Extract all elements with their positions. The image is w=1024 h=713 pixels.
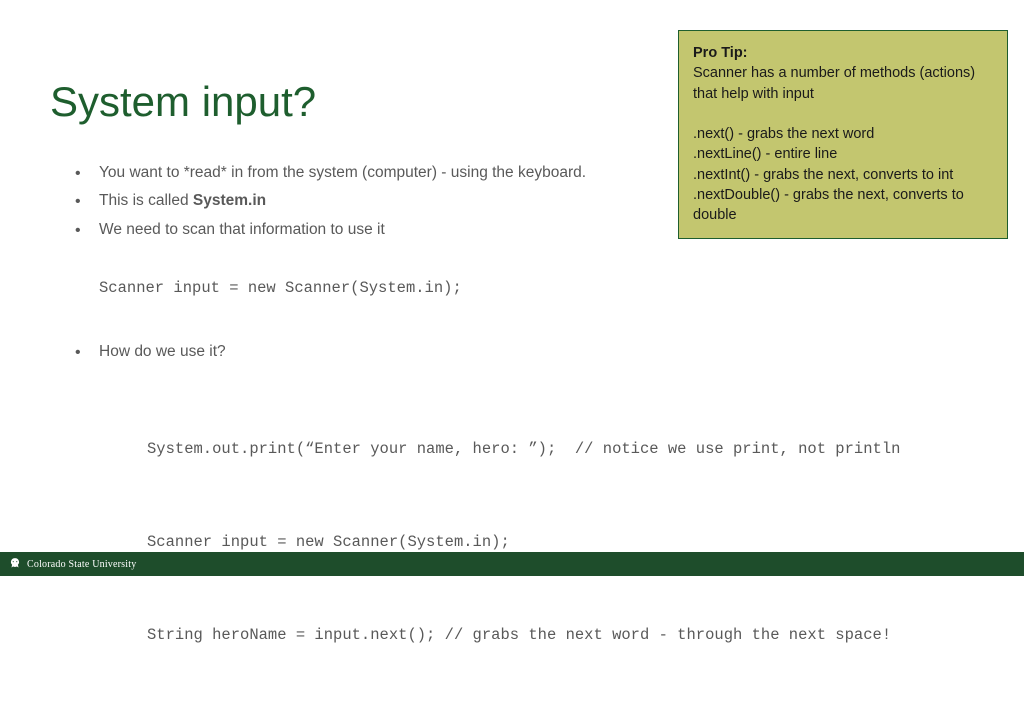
footer-university: Colorado State University	[27, 559, 136, 570]
tip-title: Pro Tip:	[693, 45, 748, 61]
bullet-text: We need to scan that information to use …	[99, 221, 385, 238]
bullet-text: This is called	[99, 192, 193, 209]
bullet-item: How do we use it?	[75, 339, 945, 365]
pro-tip-box: Pro Tip: Scanner has a number of methods…	[678, 30, 1008, 239]
code-line: String heroName = input.next(); // grabs…	[147, 620, 945, 651]
bullet-text: How do we use it?	[99, 343, 226, 360]
bullet-text: You want to *read* in from the system (c…	[99, 164, 586, 181]
code-example: System.out.print(“Enter your name, hero:…	[75, 372, 945, 713]
tip-line: .nextLine() - entire line	[693, 144, 993, 164]
footer-bar: Colorado State University	[0, 552, 1024, 576]
tip-line: .next() - grabs the next word	[693, 124, 993, 144]
main-content: You want to *read* in from the system (c…	[75, 160, 945, 713]
tip-line: .nextInt() - grabs the next, converts to…	[693, 165, 993, 185]
tip-line: Scanner has a number of methods (actions…	[693, 63, 993, 104]
page-title: System input?	[50, 78, 316, 126]
code-snippet: Scanner input = new Scanner(System.in);	[75, 275, 945, 301]
code-line: System.out.print(“Enter your name, hero:…	[147, 434, 945, 465]
ram-icon	[8, 557, 22, 571]
slide: System input? You want to *read* in from…	[0, 0, 1024, 576]
bullet-bold: System.in	[193, 192, 266, 209]
tip-line: .nextDouble() - grabs the next, converts…	[693, 185, 993, 226]
footer-logo: Colorado State University	[8, 557, 136, 571]
